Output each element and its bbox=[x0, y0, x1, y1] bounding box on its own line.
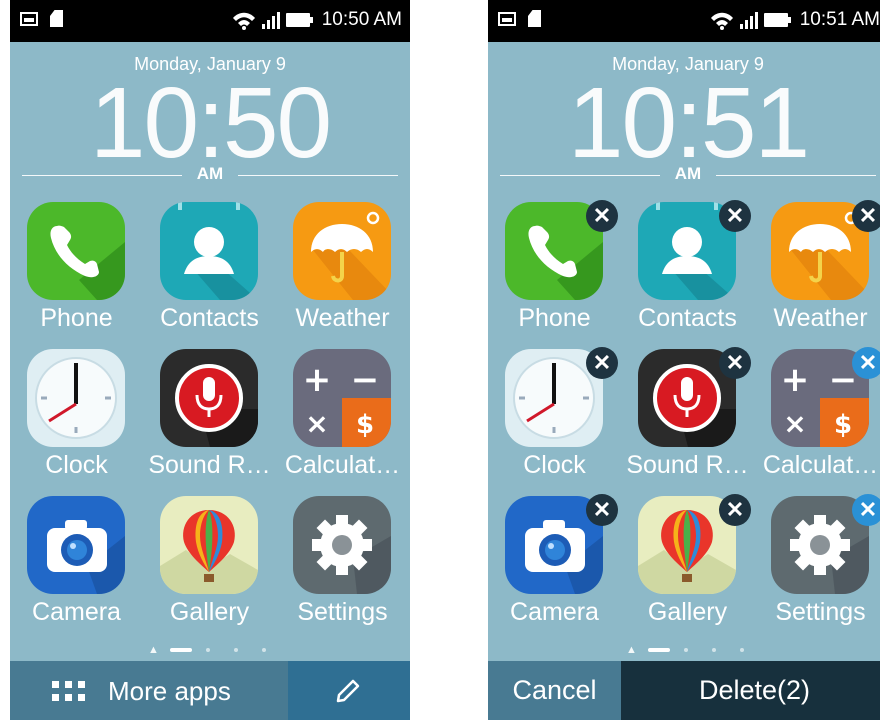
app-label: Clock bbox=[45, 451, 108, 479]
home-screen-edit-mode: 10:51 AM Monday, January 9 10:51 AM ✕ Ph… bbox=[488, 0, 880, 720]
app-sound-recorder[interactable]: Sound R… bbox=[143, 349, 276, 489]
page-dot-active bbox=[170, 648, 192, 652]
home-page-icon: ▲ bbox=[148, 644, 159, 656]
status-bar: 10:51 AM bbox=[488, 0, 880, 42]
app-label: Camera bbox=[510, 598, 599, 626]
calculator-icon bbox=[293, 349, 391, 447]
ampm-label: AM bbox=[674, 164, 702, 183]
app-label: Clock bbox=[523, 451, 586, 479]
gallery-balloon-icon bbox=[160, 496, 258, 594]
cancel-button[interactable]: Cancel bbox=[488, 661, 621, 720]
bottom-bar: Cancel Delete(2) bbox=[488, 661, 880, 720]
battery-icon bbox=[763, 13, 791, 27]
remove-badge-icon[interactable]: ✕ bbox=[719, 494, 751, 526]
app-label: Gallery bbox=[647, 598, 728, 626]
remove-badge-icon[interactable]: ✕ bbox=[719, 200, 751, 232]
bottom-bar: More apps bbox=[10, 661, 410, 720]
app-settings[interactable]: ✕ Settings bbox=[754, 494, 880, 636]
app-weather[interactable]: Weather bbox=[276, 202, 409, 342]
app-settings[interactable]: Settings bbox=[276, 496, 409, 636]
remove-badge-icon[interactable]: ✕ bbox=[586, 347, 618, 379]
status-time: 10:51 AM bbox=[799, 9, 880, 30]
edit-button[interactable] bbox=[288, 661, 410, 720]
home-page-icon: ▲ bbox=[626, 644, 637, 656]
page-dot bbox=[712, 648, 716, 652]
app-camera[interactable]: ✕ Camera bbox=[488, 494, 621, 636]
remove-badge-selected-icon[interactable]: ✕ bbox=[852, 347, 880, 379]
signal-icon bbox=[739, 11, 758, 29]
app-camera[interactable]: Camera bbox=[10, 496, 143, 636]
page-dot-active bbox=[648, 648, 670, 652]
app-label: Settings bbox=[775, 598, 866, 626]
page-dot bbox=[684, 648, 688, 652]
remove-badge-selected-icon[interactable]: ✕ bbox=[852, 494, 880, 526]
app-contacts[interactable]: Contacts bbox=[143, 202, 276, 342]
sd-card-icon bbox=[528, 10, 541, 27]
remove-badge-icon[interactable]: ✕ bbox=[586, 494, 618, 526]
page-dot bbox=[234, 648, 238, 652]
app-label: Contacts bbox=[638, 304, 737, 332]
more-apps-button[interactable]: More apps bbox=[10, 661, 288, 720]
app-label: Sound R… bbox=[148, 451, 271, 479]
remove-badge-icon[interactable]: ✕ bbox=[586, 200, 618, 232]
app-clock[interactable]: Clock bbox=[10, 349, 143, 489]
contacts-icon bbox=[160, 202, 258, 300]
gear-icon bbox=[293, 496, 391, 594]
app-label: Camera bbox=[32, 598, 121, 626]
page-indicator[interactable]: ▲ bbox=[488, 644, 880, 656]
app-calculator[interactable]: Calculat… bbox=[276, 349, 409, 489]
app-weather[interactable]: ✕ Weather bbox=[754, 200, 880, 342]
weather-icon bbox=[293, 202, 391, 300]
home-screen-normal: 10:50 AM Monday, January 9 10:50 AM Phon… bbox=[10, 0, 410, 720]
app-label: Weather bbox=[773, 304, 868, 332]
app-label: Contacts bbox=[160, 304, 259, 332]
app-label: Phone bbox=[518, 304, 591, 332]
more-apps-label: More apps bbox=[108, 676, 231, 706]
app-label: Weather bbox=[295, 304, 390, 332]
app-label: Phone bbox=[40, 304, 113, 332]
ampm-label: AM bbox=[196, 164, 224, 183]
delete-button[interactable]: Delete(2) bbox=[621, 661, 880, 720]
app-label: Settings bbox=[297, 598, 388, 626]
signal-icon bbox=[261, 11, 280, 29]
app-label: Sound R… bbox=[626, 451, 749, 479]
app-label: Calculat… bbox=[284, 451, 401, 479]
status-time: 10:50 AM bbox=[321, 9, 402, 30]
app-gallery[interactable]: Gallery bbox=[143, 496, 276, 636]
clock-icon bbox=[27, 349, 125, 447]
pencil-icon bbox=[336, 679, 360, 703]
battery-icon bbox=[285, 13, 313, 27]
wifi-icon bbox=[710, 12, 733, 30]
status-bar: 10:50 AM bbox=[10, 0, 410, 42]
phone-icon bbox=[27, 202, 125, 300]
app-sound-recorder[interactable]: ✕ Sound R… bbox=[621, 347, 754, 489]
app-label: Gallery bbox=[169, 598, 250, 626]
app-phone[interactable]: Phone bbox=[10, 202, 143, 342]
apps-grid-icon bbox=[52, 681, 86, 701]
app-gallery[interactable]: ✕ Gallery bbox=[621, 494, 754, 636]
remove-badge-icon[interactable]: ✕ bbox=[852, 200, 880, 232]
app-label: Calculat… bbox=[762, 451, 879, 479]
app-phone[interactable]: ✕ Phone bbox=[488, 200, 621, 342]
app-clock[interactable]: ✕ Clock bbox=[488, 347, 621, 489]
page-dot bbox=[206, 648, 210, 652]
app-calculator[interactable]: ✕ Calculat… bbox=[754, 347, 880, 489]
camera-icon bbox=[27, 496, 125, 594]
gallery-notification-icon bbox=[498, 12, 516, 26]
sd-card-icon bbox=[50, 10, 63, 27]
gallery-notification-icon bbox=[20, 12, 38, 26]
wifi-icon bbox=[232, 12, 255, 30]
page-dot bbox=[262, 648, 266, 652]
page-dot bbox=[740, 648, 744, 652]
page-indicator[interactable]: ▲ bbox=[10, 644, 410, 656]
microphone-icon bbox=[160, 349, 258, 447]
remove-badge-icon[interactable]: ✕ bbox=[719, 347, 751, 379]
app-contacts[interactable]: ✕ Contacts bbox=[621, 200, 754, 342]
